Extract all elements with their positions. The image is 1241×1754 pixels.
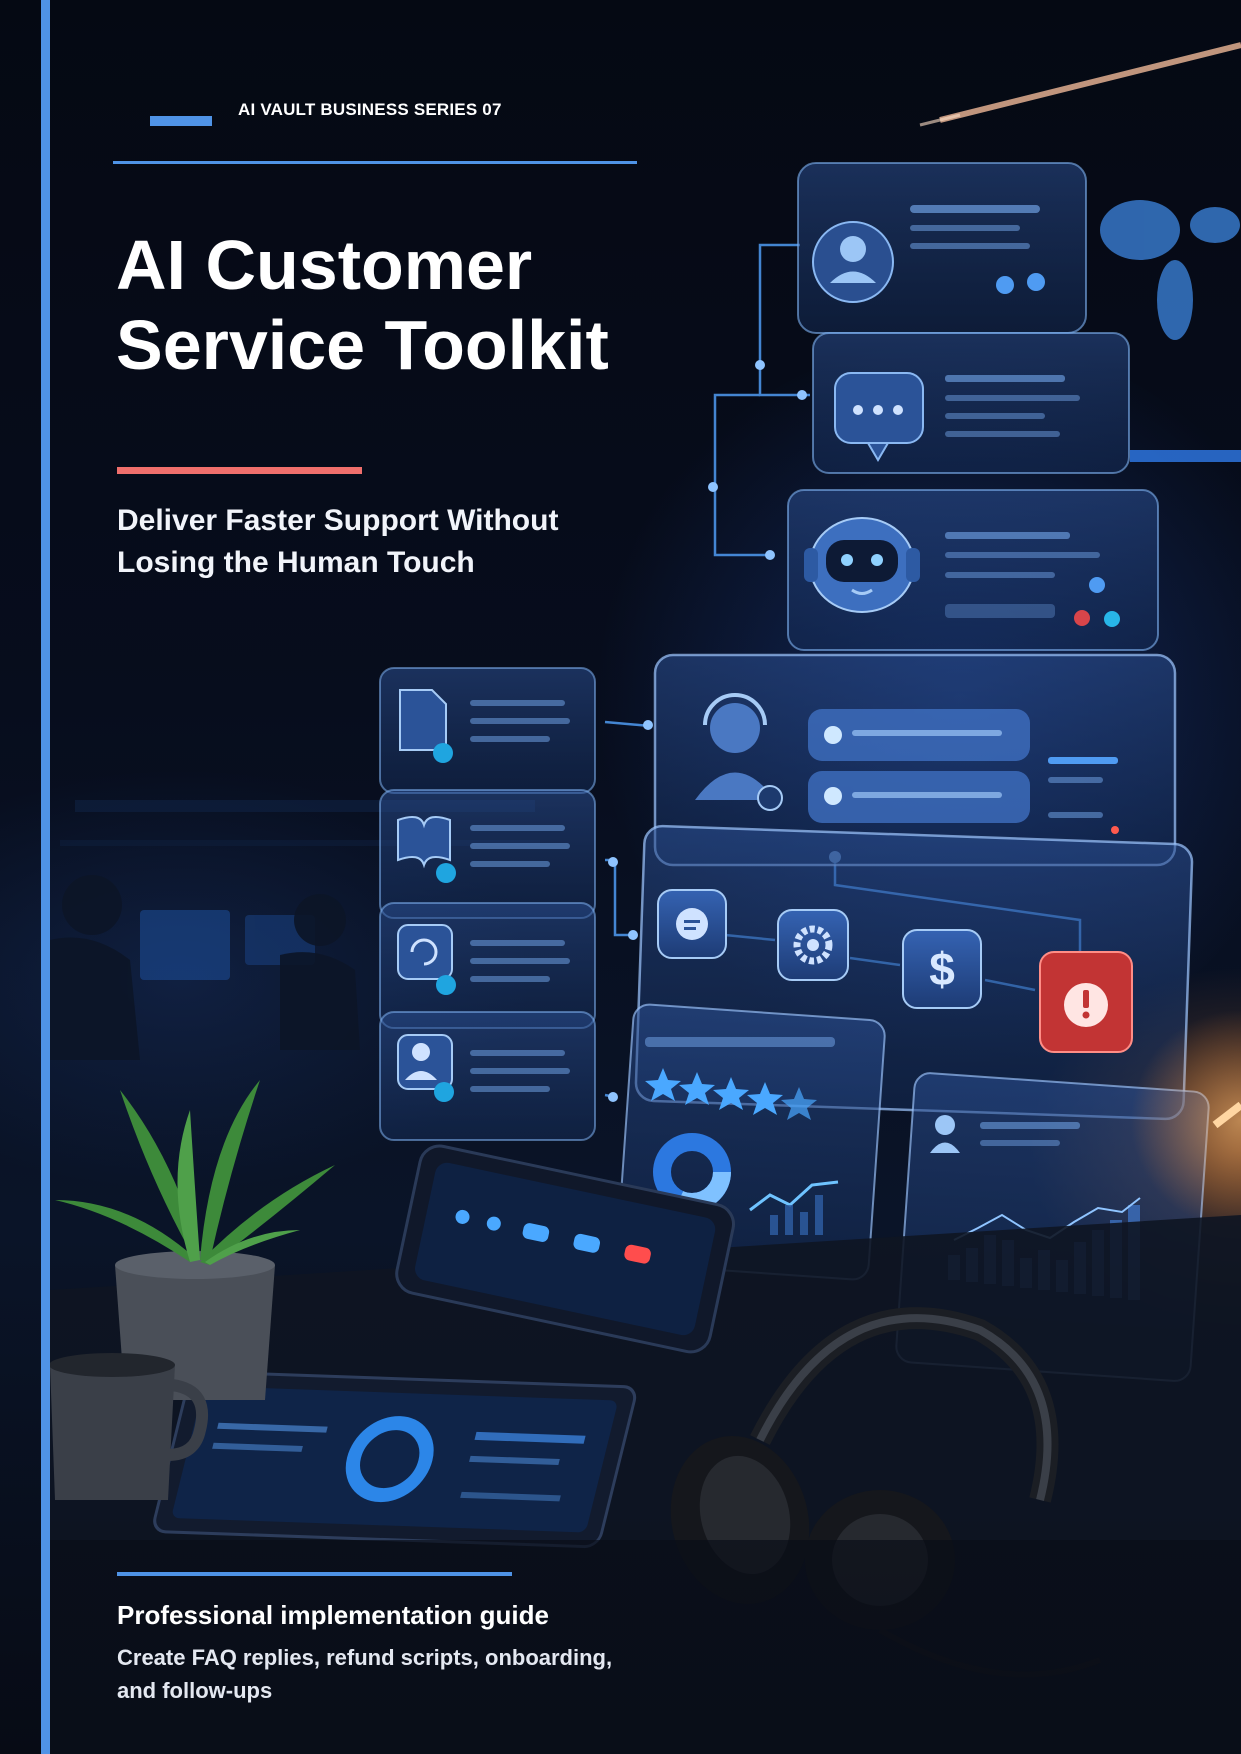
book-title: AI Customer Service Toolkit [116,225,676,385]
alert-icon [1039,951,1133,1053]
book-cover: $ AI VAULT BUSINESS SERIES 07 AI Custome… [0,0,1241,1754]
message-icon [657,889,727,959]
knowledge-tiles [379,667,596,1141]
footer-rule [117,1572,512,1576]
user-profile-panel [797,162,1087,334]
subtitle-line-2: Losing the Human Touch [117,546,475,579]
chat-panel [812,332,1130,474]
user-profile-icon [812,221,894,303]
subtitle-line-1: Deliver Faster Support Without [117,504,559,537]
left-edge-bar [41,0,50,1754]
footer-description: Create FAQ replies, refund scripts, onbo… [117,1641,737,1707]
footer-line-1: Create FAQ replies, refund scripts, onbo… [117,1645,613,1670]
series-accent-dash [150,116,212,126]
title-line-1: AI Customer [116,226,533,304]
series-label: AI VAULT BUSINESS SERIES 07 [238,100,502,119]
title-accent-rule [117,467,362,474]
footer-line-2: and follow-ups [117,1678,273,1703]
top-rule [113,161,637,164]
dollar-icon: $ [902,929,982,1009]
gear-icon [777,909,849,981]
robot-panel [787,489,1159,651]
world-map-icon [1100,200,1240,340]
svg-text:$: $ [929,943,955,995]
footer-heading: Professional implementation guide [117,1600,549,1630]
title-line-2: Service Toolkit [116,306,609,384]
book-subtitle: Deliver Faster Support Without Losing th… [117,500,677,584]
